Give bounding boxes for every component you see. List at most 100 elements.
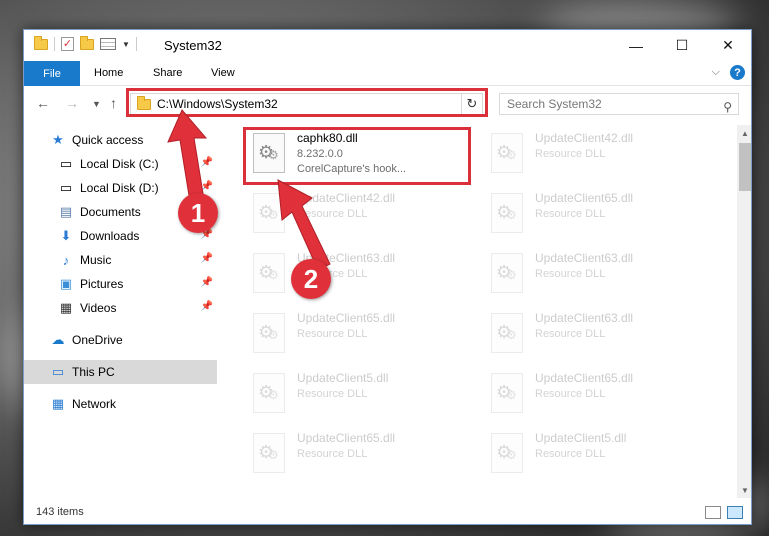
computer-icon: ▭ [51,364,65,379]
scroll-down-icon[interactable]: ▼ [737,482,751,498]
file-tile[interactable]: UpdateClient65.dll Resource DLL [481,187,701,243]
scroll-up-icon[interactable]: ▲ [737,125,751,141]
item-count: 143 items [36,506,84,518]
file-type: Resource DLL [297,328,368,340]
file-name: UpdateClient5.dll [535,431,627,445]
sidebar-item-label: Network [72,397,117,411]
star-icon: ★ [52,132,64,147]
step-badge-1: 1 [178,193,218,233]
divider [135,37,137,51]
file-tile[interactable]: UpdateClient5.dll Resource DLL [243,367,463,423]
step-badge-2: 2 [291,259,331,299]
details-view-icon[interactable] [705,506,721,519]
dll-file-icon [253,373,285,413]
up-arrow-icon[interactable]: ↑ [110,95,117,111]
drive-icon: ▭ [59,180,73,195]
tab-file[interactable]: File [24,61,80,86]
drive-icon: ▭ [59,156,73,171]
sidebar-item-music[interactable]: ♪ Music 📌 [24,248,217,272]
file-name: UpdateClient5.dll [297,371,389,385]
vertical-scrollbar[interactable]: ▲ ▼ [737,125,751,498]
file-type: Resource DLL [535,148,606,160]
sidebar-item-label: This PC [72,365,115,379]
documents-icon: ▤ [59,204,73,219]
search-input[interactable]: Search System32 ⚲ [499,93,739,115]
customize-toolbar-icon[interactable] [100,38,116,50]
search-icon: ⚲ [723,100,732,114]
file-tile[interactable]: UpdateClient5.dll Resource DLL [481,427,701,483]
tab-view[interactable]: View [211,67,235,79]
sidebar-item-label: Documents [80,205,141,219]
tiles-view-icon[interactable] [727,506,743,519]
file-type: Resource DLL [535,208,606,220]
sidebar-item-network[interactable]: ▦ Network [24,392,217,416]
window-controls: — ☐ ✕ [613,30,751,61]
download-icon: ⬇ [60,228,72,243]
file-tile[interactable]: UpdateClient65.dll Resource DLL [243,427,463,483]
sidebar-item-pictures[interactable]: ▣ Pictures 📌 [24,272,217,296]
forward-arrow-icon[interactable]: → [65,95,79,111]
file-tile[interactable]: UpdateClient42.dll Resource DLL [481,127,701,183]
new-folder-icon[interactable] [80,35,94,50]
file-name: UpdateClient65.dll [297,311,396,325]
file-name: UpdateClient63.dll [535,251,634,265]
file-name: UpdateClient65.dll [535,371,634,385]
ribbon: File Home Share View ⌵ ? [24,61,751,86]
maximize-button[interactable]: ☐ [659,30,705,61]
sidebar-item-label: Local Disk (C:) [80,157,159,171]
video-icon: ▦ [59,300,73,315]
expand-ribbon-icon[interactable]: ⌵ [712,66,720,79]
scrollbar-thumb[interactable] [739,143,751,191]
tab-home[interactable]: Home [94,67,123,79]
file-name: UpdateClient63.dll [535,311,634,325]
window-title: System32 [164,38,222,53]
back-arrow-icon[interactable]: ← [36,95,50,111]
dll-file-icon [491,253,523,293]
file-tile[interactable]: UpdateClient65.dll Resource DLL [481,367,701,423]
tab-share[interactable]: Share [153,67,182,79]
properties-check-icon[interactable]: ✓ [61,37,74,51]
recent-locations-icon[interactable]: ▼ [92,99,101,109]
sidebar-item-label: Local Disk (D:) [80,181,159,195]
file-tile[interactable]: UpdateClient63.dll Resource DLL [481,307,701,363]
file-type: Resource DLL [535,268,606,280]
file-type: Resource DLL [535,448,606,460]
folder-icon [34,35,48,50]
pin-icon[interactable]: 📌 [201,301,213,312]
sidebar-item-this-pc[interactable]: ▭ This PC [24,360,217,384]
sidebar-item-onedrive[interactable]: ☁ OneDrive [24,328,217,352]
file-type: Resource DLL [297,448,368,460]
dll-file-icon [491,193,523,233]
title-bar: ✓ ▼ System32 — ☐ ✕ [24,30,751,61]
file-name: UpdateClient65.dll [297,431,396,445]
minimize-button[interactable]: — [613,30,659,61]
sidebar-item-label: Pictures [80,277,124,291]
status-bar: 143 items [24,500,751,524]
dll-file-icon [491,433,523,473]
pin-icon[interactable]: 📌 [201,277,213,288]
dll-file-icon [253,433,285,473]
explorer-window: ✓ ▼ System32 — ☐ ✕ File Home Share View … [23,29,752,525]
chevron-down-icon[interactable]: ▼ [122,40,130,49]
dll-file-icon [491,313,523,353]
sidebar-item-label: Videos [80,301,117,315]
music-icon: ♪ [62,252,70,268]
quick-access-toolbar: ✓ ▼ [34,35,137,51]
cloud-icon: ☁ [51,332,65,347]
pin-icon[interactable]: 📌 [201,253,213,264]
network-icon: ▦ [51,396,65,411]
sidebar-item-label: Music [80,253,112,267]
file-name: UpdateClient65.dll [535,191,634,205]
ribbon-controls: ⌵ ? [712,65,745,80]
file-name: UpdateClient42.dll [535,131,634,145]
file-type: Resource DLL [535,328,606,340]
sidebar-item-videos[interactable]: ▦ Videos 📌 [24,296,217,320]
close-button[interactable]: ✕ [705,30,751,61]
file-type: Resource DLL [297,388,368,400]
help-icon[interactable]: ? [730,65,745,80]
file-type: Resource DLL [535,388,606,400]
file-tile[interactable]: UpdateClient63.dll Resource DLL [481,247,701,303]
sidebar-item-label: Downloads [80,229,140,243]
file-tile[interactable]: UpdateClient65.dll Resource DLL [243,307,463,363]
sidebar-item-label: OneDrive [72,333,123,347]
